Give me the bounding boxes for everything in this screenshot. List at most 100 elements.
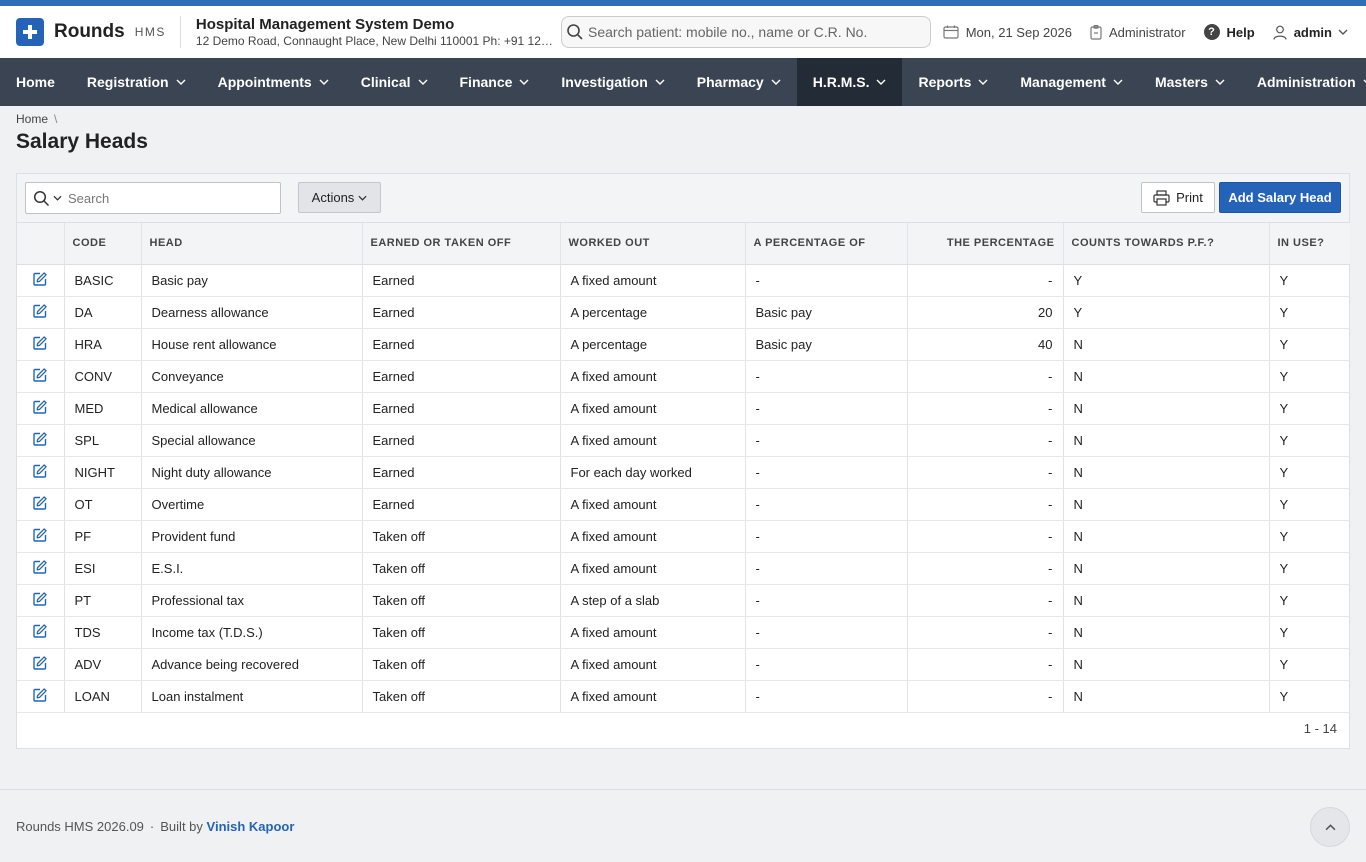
hospital-info: Hospital Management System Demo 12 Demo … bbox=[196, 16, 554, 48]
role-display[interactable]: Administrator bbox=[1090, 25, 1186, 40]
header-counts-towards-pf[interactable]: COUNTS TOWARDS P.F.? bbox=[1063, 223, 1270, 265]
cell-head: Overtime bbox=[141, 488, 363, 521]
footer-separator: · bbox=[149, 819, 155, 834]
cell-counts-towards-pf: N bbox=[1063, 488, 1270, 521]
brand[interactable]: Rounds HMS bbox=[16, 18, 166, 46]
help-label: Help bbox=[1226, 24, 1255, 40]
edit-icon[interactable] bbox=[33, 303, 47, 318]
edit-icon[interactable] bbox=[33, 687, 47, 702]
edit-cell bbox=[17, 392, 65, 425]
cell-counts-towards-pf: N bbox=[1063, 584, 1270, 617]
footer-built-by: Built by bbox=[160, 819, 203, 834]
cell-counts-towards-pf: N bbox=[1063, 520, 1270, 553]
cell-in-use: Y bbox=[1269, 424, 1350, 457]
header-code[interactable]: CODE bbox=[64, 223, 142, 265]
edit-cell bbox=[17, 264, 65, 297]
cell-earned-or-taken-off: Taken off bbox=[362, 648, 561, 681]
edit-icon[interactable] bbox=[33, 431, 47, 446]
edit-cell bbox=[17, 360, 65, 393]
edit-cell bbox=[17, 296, 65, 329]
cell-counts-towards-pf: N bbox=[1063, 680, 1270, 713]
print-button[interactable]: Print bbox=[1141, 182, 1215, 213]
nav-label: Home bbox=[16, 74, 55, 90]
cell-the-percentage: 20 bbox=[907, 296, 1064, 329]
edit-icon[interactable] bbox=[33, 271, 47, 286]
nav-investigation[interactable]: Investigation bbox=[545, 58, 680, 106]
nav-clinical[interactable]: Clinical bbox=[345, 58, 444, 106]
help-link[interactable]: ? Help bbox=[1203, 24, 1255, 40]
table-search-input[interactable] bbox=[68, 190, 268, 206]
cell-in-use: Y bbox=[1269, 584, 1350, 617]
nav-reports[interactable]: Reports bbox=[902, 58, 1004, 106]
header-the-percentage[interactable]: THE PERCENTAGE bbox=[907, 223, 1064, 265]
cell-percentage-of: - bbox=[745, 520, 908, 553]
edit-icon[interactable] bbox=[33, 335, 47, 350]
cell-code: PT bbox=[64, 584, 142, 617]
search-icon bbox=[33, 190, 50, 206]
nav-management[interactable]: Management bbox=[1004, 58, 1139, 106]
nav-masters[interactable]: Masters bbox=[1139, 58, 1241, 106]
add-salary-head-button[interactable]: Add Salary Head bbox=[1219, 182, 1341, 213]
cell-worked-out: A fixed amount bbox=[560, 424, 746, 457]
edit-icon[interactable] bbox=[33, 399, 47, 414]
nav-home[interactable]: Home bbox=[0, 58, 71, 106]
nav-finance[interactable]: Finance bbox=[444, 58, 546, 106]
table-header-row: CODE HEAD EARNED OR TAKEN OFF WORKED OUT… bbox=[17, 223, 1350, 265]
edit-cell bbox=[17, 328, 65, 361]
header-worked-out[interactable]: WORKED OUT bbox=[560, 223, 746, 265]
user-menu[interactable]: admin bbox=[1273, 25, 1348, 40]
patient-search[interactable] bbox=[561, 16, 931, 48]
cell-in-use: Y bbox=[1269, 392, 1350, 425]
cell-worked-out: A fixed amount bbox=[560, 360, 746, 393]
breadcrumb-home[interactable]: Home bbox=[16, 112, 48, 126]
footer-version: Rounds HMS 2026.09 bbox=[16, 819, 144, 834]
table-row: OT Overtime Earned A fixed amount - - N Y bbox=[17, 488, 1350, 521]
back-to-top-button[interactable] bbox=[1310, 807, 1350, 847]
edit-icon[interactable] bbox=[33, 623, 47, 638]
chevron-down-icon bbox=[771, 79, 781, 85]
badge-icon bbox=[1090, 24, 1102, 40]
table-row: NIGHT Night duty allowance Earned For each … bbox=[17, 456, 1350, 489]
header-percentage-of[interactable]: A PERCENTAGE OF bbox=[745, 223, 908, 265]
cell-earned-or-taken-off: Earned bbox=[362, 488, 561, 521]
plus-icon bbox=[16, 18, 44, 46]
patient-search-input[interactable] bbox=[588, 24, 908, 40]
date-text: Mon, 21 Sep 2026 bbox=[965, 24, 1072, 40]
cell-percentage-of: Basic pay bbox=[745, 328, 908, 361]
print-label: Print bbox=[1176, 190, 1203, 205]
edit-icon[interactable] bbox=[33, 367, 47, 382]
edit-icon[interactable] bbox=[33, 527, 47, 542]
nav-administration[interactable]: Administration bbox=[1241, 58, 1366, 106]
edit-icon[interactable] bbox=[33, 463, 47, 478]
edit-icon[interactable] bbox=[33, 655, 47, 670]
table-row: TDS Income tax (T.D.S.) Taken off A fixed a… bbox=[17, 616, 1350, 649]
nav-appointments[interactable]: Appointments bbox=[202, 58, 345, 106]
edit-icon[interactable] bbox=[33, 591, 47, 606]
table-row: PT Professional tax Taken off A step of a s… bbox=[17, 584, 1350, 617]
nav-label: Clinical bbox=[360, 74, 411, 90]
header-head[interactable]: HEAD bbox=[141, 223, 363, 265]
nav-label: Administration bbox=[1256, 74, 1356, 90]
nav-hrms[interactable]: H.R.M.S. bbox=[796, 58, 903, 106]
actions-button[interactable]: Actions bbox=[298, 182, 381, 213]
nav-registration[interactable]: Registration bbox=[71, 58, 202, 106]
header-in-use[interactable]: IN USE? bbox=[1269, 223, 1350, 265]
chevron-down-icon bbox=[1338, 29, 1348, 35]
cell-code: ADV bbox=[64, 648, 142, 681]
cell-worked-out: A fixed amount bbox=[560, 488, 746, 521]
cell-counts-towards-pf: N bbox=[1063, 360, 1270, 393]
cell-the-percentage: 40 bbox=[907, 328, 1064, 361]
table-row: SPL Special allowance Earned A fixed amount… bbox=[17, 424, 1350, 457]
chevron-down-icon bbox=[655, 79, 665, 85]
table-search[interactable] bbox=[25, 182, 281, 214]
header-edit bbox=[17, 223, 65, 265]
header-earned-or-taken-off[interactable]: EARNED OR TAKEN OFF bbox=[362, 223, 561, 265]
cell-head: Conveyance bbox=[141, 360, 363, 393]
nav-pharmacy[interactable]: Pharmacy bbox=[681, 58, 797, 106]
edit-icon[interactable] bbox=[33, 559, 47, 574]
cell-counts-towards-pf: N bbox=[1063, 648, 1270, 681]
footer-author-link[interactable]: Vinish Kapoor bbox=[207, 819, 295, 834]
edit-icon[interactable] bbox=[33, 495, 47, 510]
chevron-down-icon[interactable] bbox=[53, 195, 62, 201]
cell-the-percentage: - bbox=[907, 264, 1064, 297]
